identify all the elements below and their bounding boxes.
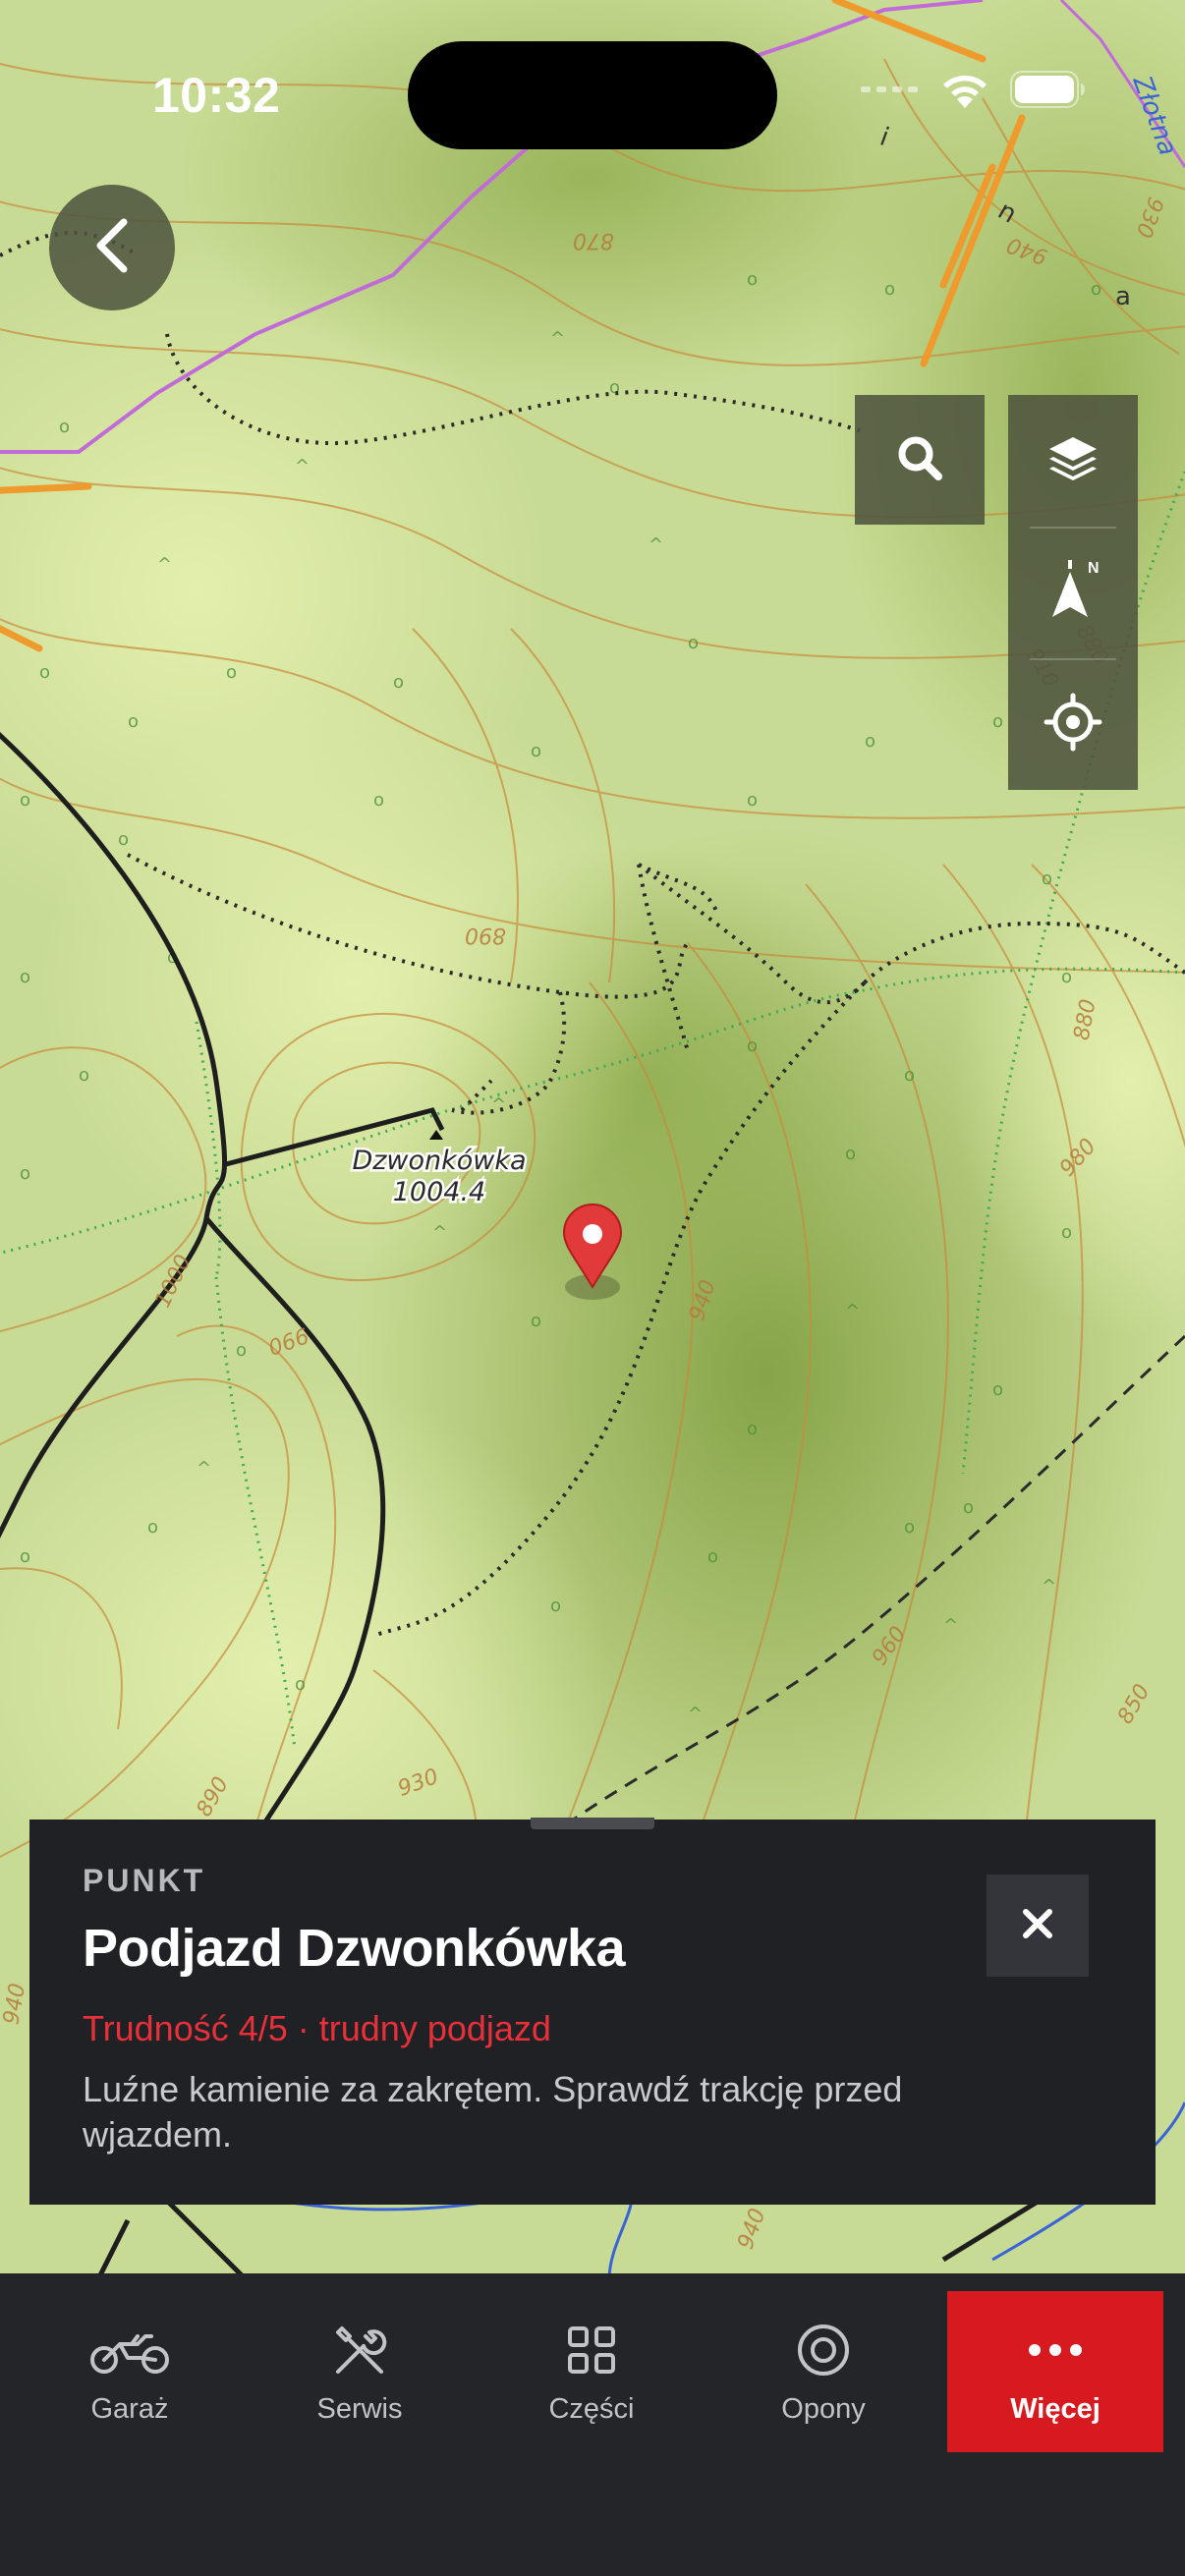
- poi-difficulty: Trudność 4/5 · trudny podjazd: [83, 2008, 551, 2048]
- status-icons: [861, 71, 1087, 113]
- tab-label: Więcej: [1010, 2392, 1100, 2425]
- svg-text:o: o: [118, 829, 129, 850]
- search-icon: [895, 433, 944, 487]
- svg-text:o: o: [20, 1163, 30, 1184]
- north-label: N: [1088, 560, 1100, 577]
- svg-text:o: o: [295, 1674, 306, 1695]
- svg-text:^: ^: [1042, 1576, 1056, 1596]
- svg-text:o: o: [865, 731, 875, 752]
- svg-text:o: o: [747, 1419, 758, 1439]
- svg-text:o: o: [1042, 868, 1052, 889]
- svg-text:o: o: [963, 1497, 974, 1518]
- close-icon: [1021, 1907, 1054, 1945]
- svg-text:^: ^: [157, 554, 172, 575]
- svg-text:o: o: [128, 711, 139, 732]
- svg-text:o: o: [904, 1065, 915, 1086]
- svg-text:o: o: [550, 1596, 561, 1616]
- svg-text:o: o: [147, 1517, 158, 1538]
- wrench-screwdriver-icon: [330, 2319, 389, 2381]
- svg-text:o: o: [79, 1065, 89, 1086]
- status-time: 10:32: [152, 68, 281, 123]
- search-button[interactable]: [855, 395, 985, 525]
- svg-text:o: o: [1061, 1222, 1072, 1243]
- svg-text:^: ^: [688, 1704, 703, 1724]
- tab-bar: Garaż Serwis Części Opony Więcej: [0, 2273, 1185, 2576]
- svg-text:o: o: [373, 790, 384, 811]
- poi-detail-sheet: PUNKT Podjazd Dzwonkówka Trudność 4/5 · …: [29, 1818, 1156, 2205]
- tab-label: Części: [548, 2392, 635, 2425]
- svg-text:o: o: [59, 417, 70, 437]
- svg-text:o: o: [1091, 279, 1101, 300]
- svg-text:^: ^: [649, 534, 663, 555]
- tire-icon: [796, 2319, 851, 2381]
- more-dots-icon: [1028, 2319, 1083, 2381]
- svg-text:o: o: [904, 1517, 915, 1538]
- cellular-signal-icon: [861, 83, 920, 101]
- tab-label: Opony: [781, 2392, 866, 2425]
- svg-text:o: o: [747, 269, 758, 290]
- poi-description: Luźne kamienie za zakrętem. Sprawdź trak…: [83, 2069, 903, 2155]
- svg-text:o: o: [747, 790, 758, 811]
- svg-text:o: o: [747, 1036, 758, 1056]
- compass-north-icon: N: [1039, 558, 1107, 627]
- contour-label: 870: [573, 228, 614, 252]
- tab-label: Garaż: [90, 2392, 169, 2425]
- back-button[interactable]: [49, 185, 175, 310]
- svg-text:o: o: [884, 279, 895, 300]
- contour-label: 890: [465, 923, 506, 947]
- poi-kind: PUNKT: [83, 1863, 206, 1898]
- svg-text:o: o: [20, 967, 30, 987]
- peak-elevation: 1004.4: [393, 1177, 485, 1207]
- wifi-icon: [939, 71, 990, 113]
- tab-serwis[interactable]: Serwis: [252, 2291, 468, 2452]
- svg-text:^: ^: [295, 456, 310, 476]
- tab-wiecej[interactable]: Więcej: [947, 2291, 1163, 2452]
- close-button[interactable]: [987, 1875, 1089, 1977]
- chevron-left-icon: [90, 216, 134, 280]
- svg-text:a: a: [1115, 282, 1131, 311]
- poi-title: Podjazd Dzwonkówka: [83, 1919, 626, 1978]
- svg-text:o: o: [688, 633, 699, 653]
- grid-icon: [566, 2319, 617, 2381]
- dynamic-island: [408, 41, 777, 149]
- svg-text:o: o: [531, 1311, 541, 1331]
- svg-text:^: ^: [432, 1222, 447, 1243]
- tab-czesci[interactable]: Części: [483, 2291, 700, 2452]
- layers-icon: [1045, 431, 1100, 491]
- svg-text:o: o: [992, 711, 1003, 732]
- locate-me-button[interactable]: [1008, 658, 1138, 790]
- svg-text:o: o: [845, 1144, 856, 1164]
- svg-text:o: o: [39, 662, 50, 683]
- layers-button[interactable]: [1008, 395, 1138, 527]
- tab-label: Serwis: [316, 2392, 403, 2425]
- svg-text:o: o: [992, 1379, 1003, 1400]
- map-control-stack: N: [1008, 395, 1138, 790]
- tab-garaz[interactable]: Garaż: [22, 2291, 238, 2452]
- sheet-grabber[interactable]: [531, 1818, 654, 1829]
- compass-button[interactable]: N: [1008, 527, 1138, 658]
- tab-opony[interactable]: Opony: [715, 2291, 931, 2452]
- svg-text:o: o: [20, 1546, 30, 1567]
- svg-text:o: o: [707, 1546, 718, 1567]
- svg-text:^: ^: [197, 1458, 211, 1479]
- svg-text:o: o: [226, 662, 237, 683]
- svg-text:o: o: [236, 1340, 247, 1361]
- location-pin-icon[interactable]: [562, 1204, 623, 1300]
- svg-text:^: ^: [550, 328, 565, 349]
- motorcycle-icon: [88, 2319, 171, 2381]
- svg-text:o: o: [20, 790, 30, 811]
- crosshair-icon: [1044, 693, 1102, 756]
- svg-text:^: ^: [845, 1301, 860, 1321]
- svg-text:o: o: [393, 672, 404, 693]
- battery-icon: [1010, 71, 1087, 113]
- peak-name: Dzwonkówka: [352, 1146, 526, 1176]
- svg-text:^: ^: [943, 1615, 958, 1636]
- svg-text:o: o: [531, 741, 541, 761]
